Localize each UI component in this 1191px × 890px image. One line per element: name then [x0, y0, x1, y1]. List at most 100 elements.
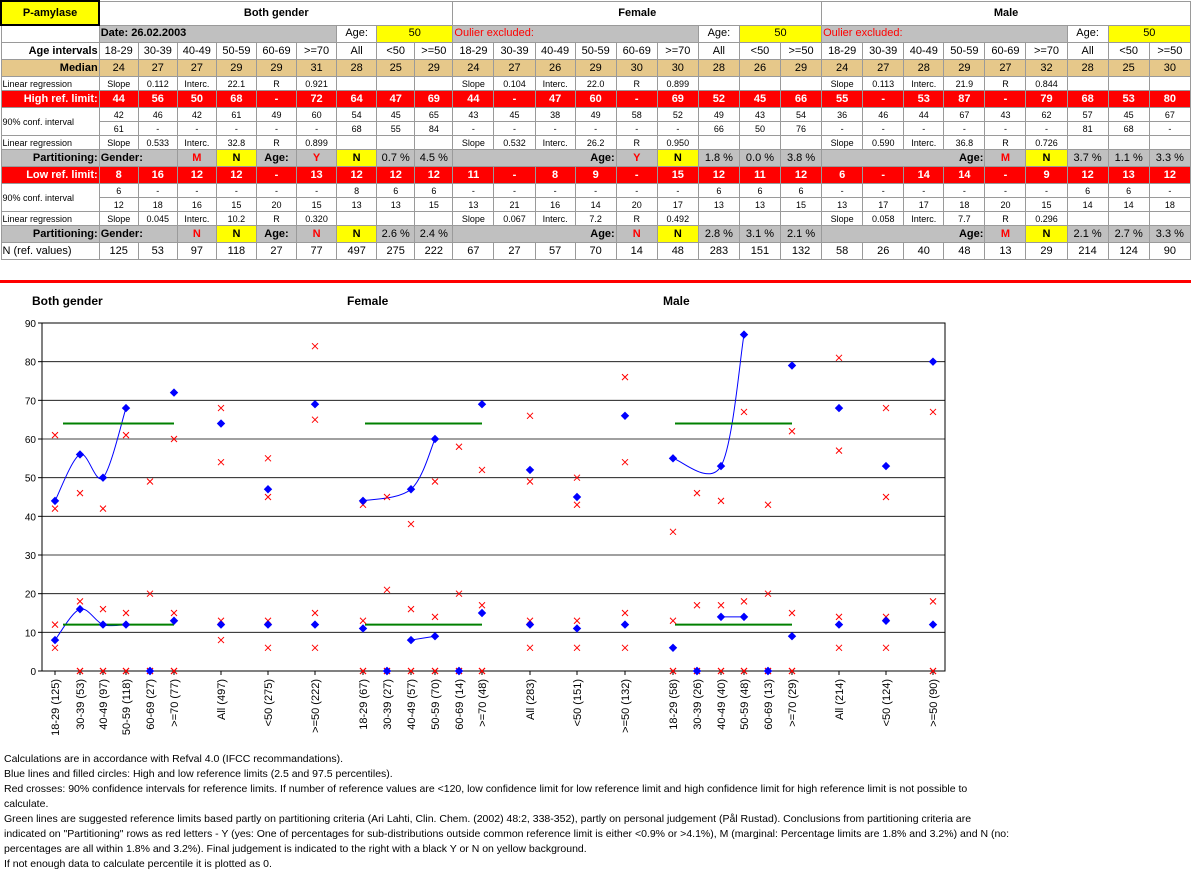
- blank: [336, 135, 378, 150]
- ci-value: -: [574, 121, 617, 136]
- regression-value: Slope: [821, 211, 864, 226]
- regression-value: R: [615, 76, 658, 91]
- results-sheet: P-amylase Both gender Female Male Date: 26.0…: [0, 0, 1191, 282]
- high-limit-value: 66: [780, 90, 823, 108]
- row-label-linear-regression: Linear regression: [0, 211, 100, 226]
- row-label-linear-regression: Linear regression: [0, 135, 100, 150]
- regression-value: Slope: [98, 135, 139, 150]
- regression-value: R: [984, 76, 1027, 91]
- age-mark: N: [296, 225, 338, 243]
- note-3: Red crosses: 90% confidence intervals fo…: [4, 783, 968, 810]
- ci-value: -: [296, 183, 338, 198]
- n-value: 40: [903, 242, 945, 260]
- n-value: 214: [1066, 242, 1109, 260]
- ci-value: 76: [780, 121, 823, 136]
- blank: [780, 211, 823, 226]
- regression-value: Interc.: [176, 135, 217, 150]
- low-limit-value: 12: [336, 166, 378, 184]
- median-value: 29: [943, 59, 986, 77]
- median-value: 28: [903, 59, 945, 77]
- ci-value: 15: [414, 197, 454, 212]
- x-tick-label: <50 (124): [881, 679, 893, 726]
- regression-value: 0.590: [862, 135, 905, 150]
- ci-value: -: [176, 121, 217, 136]
- ci-value: 6: [697, 183, 740, 198]
- ci-value: 6: [1066, 183, 1109, 198]
- age-interval: 30-39: [137, 42, 178, 60]
- regression-value: 32.8: [215, 135, 257, 150]
- high-limit-value: -: [862, 90, 905, 108]
- blank: [414, 135, 454, 150]
- ci-value: -: [534, 183, 576, 198]
- row-label-conf-interval: 90% conf. interval: [0, 183, 100, 212]
- regression-value: 0.113: [862, 76, 905, 91]
- high-limit-value: 45: [738, 90, 782, 108]
- ci-value: 13: [376, 197, 416, 212]
- n-value: 58: [821, 242, 864, 260]
- regression-value: 0.950: [656, 135, 699, 150]
- regression-value: Slope: [452, 211, 495, 226]
- row-label-median: Median: [0, 59, 100, 77]
- ci-value: -: [943, 183, 986, 198]
- ci-value: 44: [903, 107, 945, 122]
- x-tick-label: All (283): [525, 679, 537, 720]
- age-interval: All: [336, 42, 378, 60]
- high-limit-value: -: [984, 90, 1027, 108]
- age-value: 50: [1107, 24, 1191, 43]
- blank: [336, 211, 378, 226]
- low-limit-value: 8: [534, 166, 576, 184]
- age-interval: All: [1066, 42, 1109, 60]
- age-judgement: N: [336, 225, 378, 243]
- blank: [697, 135, 740, 150]
- x-tick-label: >=50 (222): [310, 679, 322, 733]
- ci-value: 17: [903, 197, 945, 212]
- ci-value: 15: [296, 197, 338, 212]
- median-value: 29: [215, 59, 257, 77]
- n-value: 125: [98, 242, 139, 260]
- note-5: If not enough data to calculate percenti…: [4, 858, 272, 870]
- blank: [780, 135, 823, 150]
- x-tick-label: 60-69 (13): [763, 679, 775, 730]
- low-limit-value: 14: [943, 166, 986, 184]
- x-tick-label: 40-49 (57): [406, 679, 418, 730]
- age-interval: >=50: [780, 42, 823, 60]
- ci-value: -: [215, 183, 257, 198]
- ci-value: -: [615, 121, 658, 136]
- age-interval: <50: [376, 42, 416, 60]
- ci-value: 62: [1025, 107, 1068, 122]
- age-interval: 18-29: [821, 42, 864, 60]
- ci-value: 81: [1066, 121, 1109, 136]
- regression-value: Slope: [98, 211, 139, 226]
- n-value: 222: [414, 242, 454, 260]
- y-tick-label: 30: [25, 551, 37, 562]
- age-interval: 40-49: [534, 42, 576, 60]
- blank: [697, 211, 740, 226]
- regression-value: 0.492: [656, 211, 699, 226]
- age-value: 50: [376, 24, 454, 43]
- regression-value: Interc.: [903, 76, 945, 91]
- ci-value: 20: [255, 197, 298, 212]
- y-tick-label: 0: [30, 667, 36, 678]
- ci-value: 18: [1148, 197, 1191, 212]
- ci-value: 6: [780, 183, 823, 198]
- ci-value: -: [493, 121, 536, 136]
- regression-value: 0.112: [137, 76, 178, 91]
- n-value: 283: [697, 242, 740, 260]
- pct-value: 3.8 %: [780, 149, 823, 167]
- ci-value: -: [903, 121, 945, 136]
- median-value: 25: [376, 59, 416, 77]
- high-limit-value: 60: [574, 90, 617, 108]
- ci-value: -: [1025, 183, 1068, 198]
- low-limit-value: -: [615, 166, 658, 184]
- y-tick-label: 60: [25, 435, 37, 446]
- low-limit-value: 12: [697, 166, 740, 184]
- section-title: Female: [452, 0, 823, 26]
- ci-value: -: [1025, 121, 1068, 136]
- blank: [738, 211, 782, 226]
- x-tick-label: >=50 (132): [620, 679, 632, 733]
- n-value: 13: [984, 242, 1027, 260]
- age-label: Age:: [255, 149, 298, 167]
- regression-value: R: [255, 135, 298, 150]
- ci-value: -: [137, 183, 178, 198]
- row-label-linear-regression: Linear regression: [0, 76, 100, 91]
